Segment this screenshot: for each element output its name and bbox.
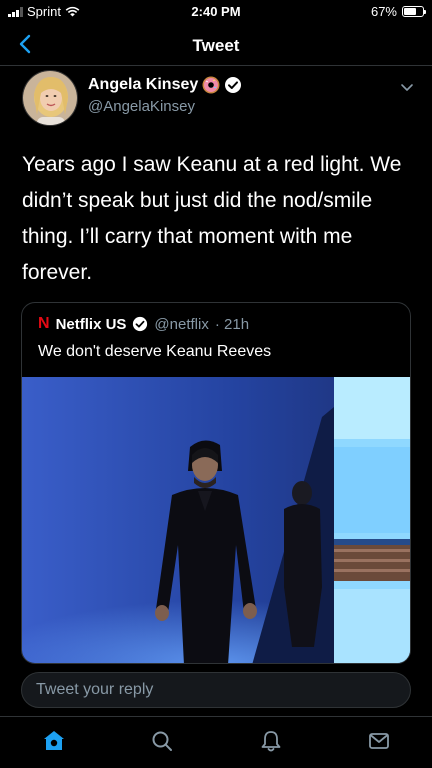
video-still-image — [22, 377, 410, 663]
quoted-timestamp: · 21h — [214, 315, 250, 333]
tab-notifications[interactable] — [257, 727, 285, 755]
tweet-text: Years ago I saw Keanu at a red light. We… — [22, 153, 402, 284]
quoted-display-name: Netflix US — [55, 315, 127, 333]
nav-header: Tweet — [0, 24, 432, 66]
reply-bar — [21, 672, 411, 708]
quoted-tweet[interactable]: N Netflix US @netflix · 21h We don't des… — [21, 302, 411, 664]
avatar-image — [23, 71, 77, 125]
tab-messages[interactable] — [365, 727, 393, 755]
quoted-media[interactable] — [22, 377, 410, 663]
messages-icon — [369, 733, 389, 749]
home-icon — [44, 731, 64, 750]
tweet-author: Angela Kinsey @AngelaKinsey — [0, 66, 432, 136]
tab-home[interactable] — [40, 727, 68, 755]
battery-icon — [402, 6, 426, 17]
donut-emoji-icon — [202, 76, 220, 94]
tweet-options-button[interactable] — [400, 80, 414, 94]
netflix-logo-icon: N — [38, 315, 50, 332]
battery-fill — [404, 8, 417, 15]
status-bar: Sprint 2:40 PM 67% — [0, 0, 432, 24]
display-name: Angela Kinsey — [88, 76, 199, 93]
quoted-handle: @netflix — [154, 315, 209, 333]
quoted-tweet-header: N Netflix US @netflix · 21h — [38, 315, 249, 333]
battery-percent: 67% — [370, 4, 397, 19]
quoted-tweet-text: We don't deserve Keanu Reeves — [38, 343, 272, 360]
tab-bar — [0, 716, 432, 768]
handle[interactable]: @AngelaKinsey — [88, 98, 195, 115]
chevron-down-icon — [401, 84, 413, 91]
tab-search[interactable] — [148, 727, 176, 755]
avatar[interactable] — [22, 70, 78, 126]
verified-badge-icon — [225, 77, 242, 93]
reply-input[interactable] — [22, 673, 410, 707]
page-title: Tweet — [192, 36, 240, 55]
search-icon — [152, 731, 172, 751]
notifications-icon — [261, 731, 281, 752]
verified-badge-icon — [133, 316, 148, 332]
display-name-row[interactable]: Angela Kinsey — [88, 75, 242, 95]
status-time: 2:40 PM — [191, 4, 241, 19]
status-right: 67% — [370, 4, 426, 19]
